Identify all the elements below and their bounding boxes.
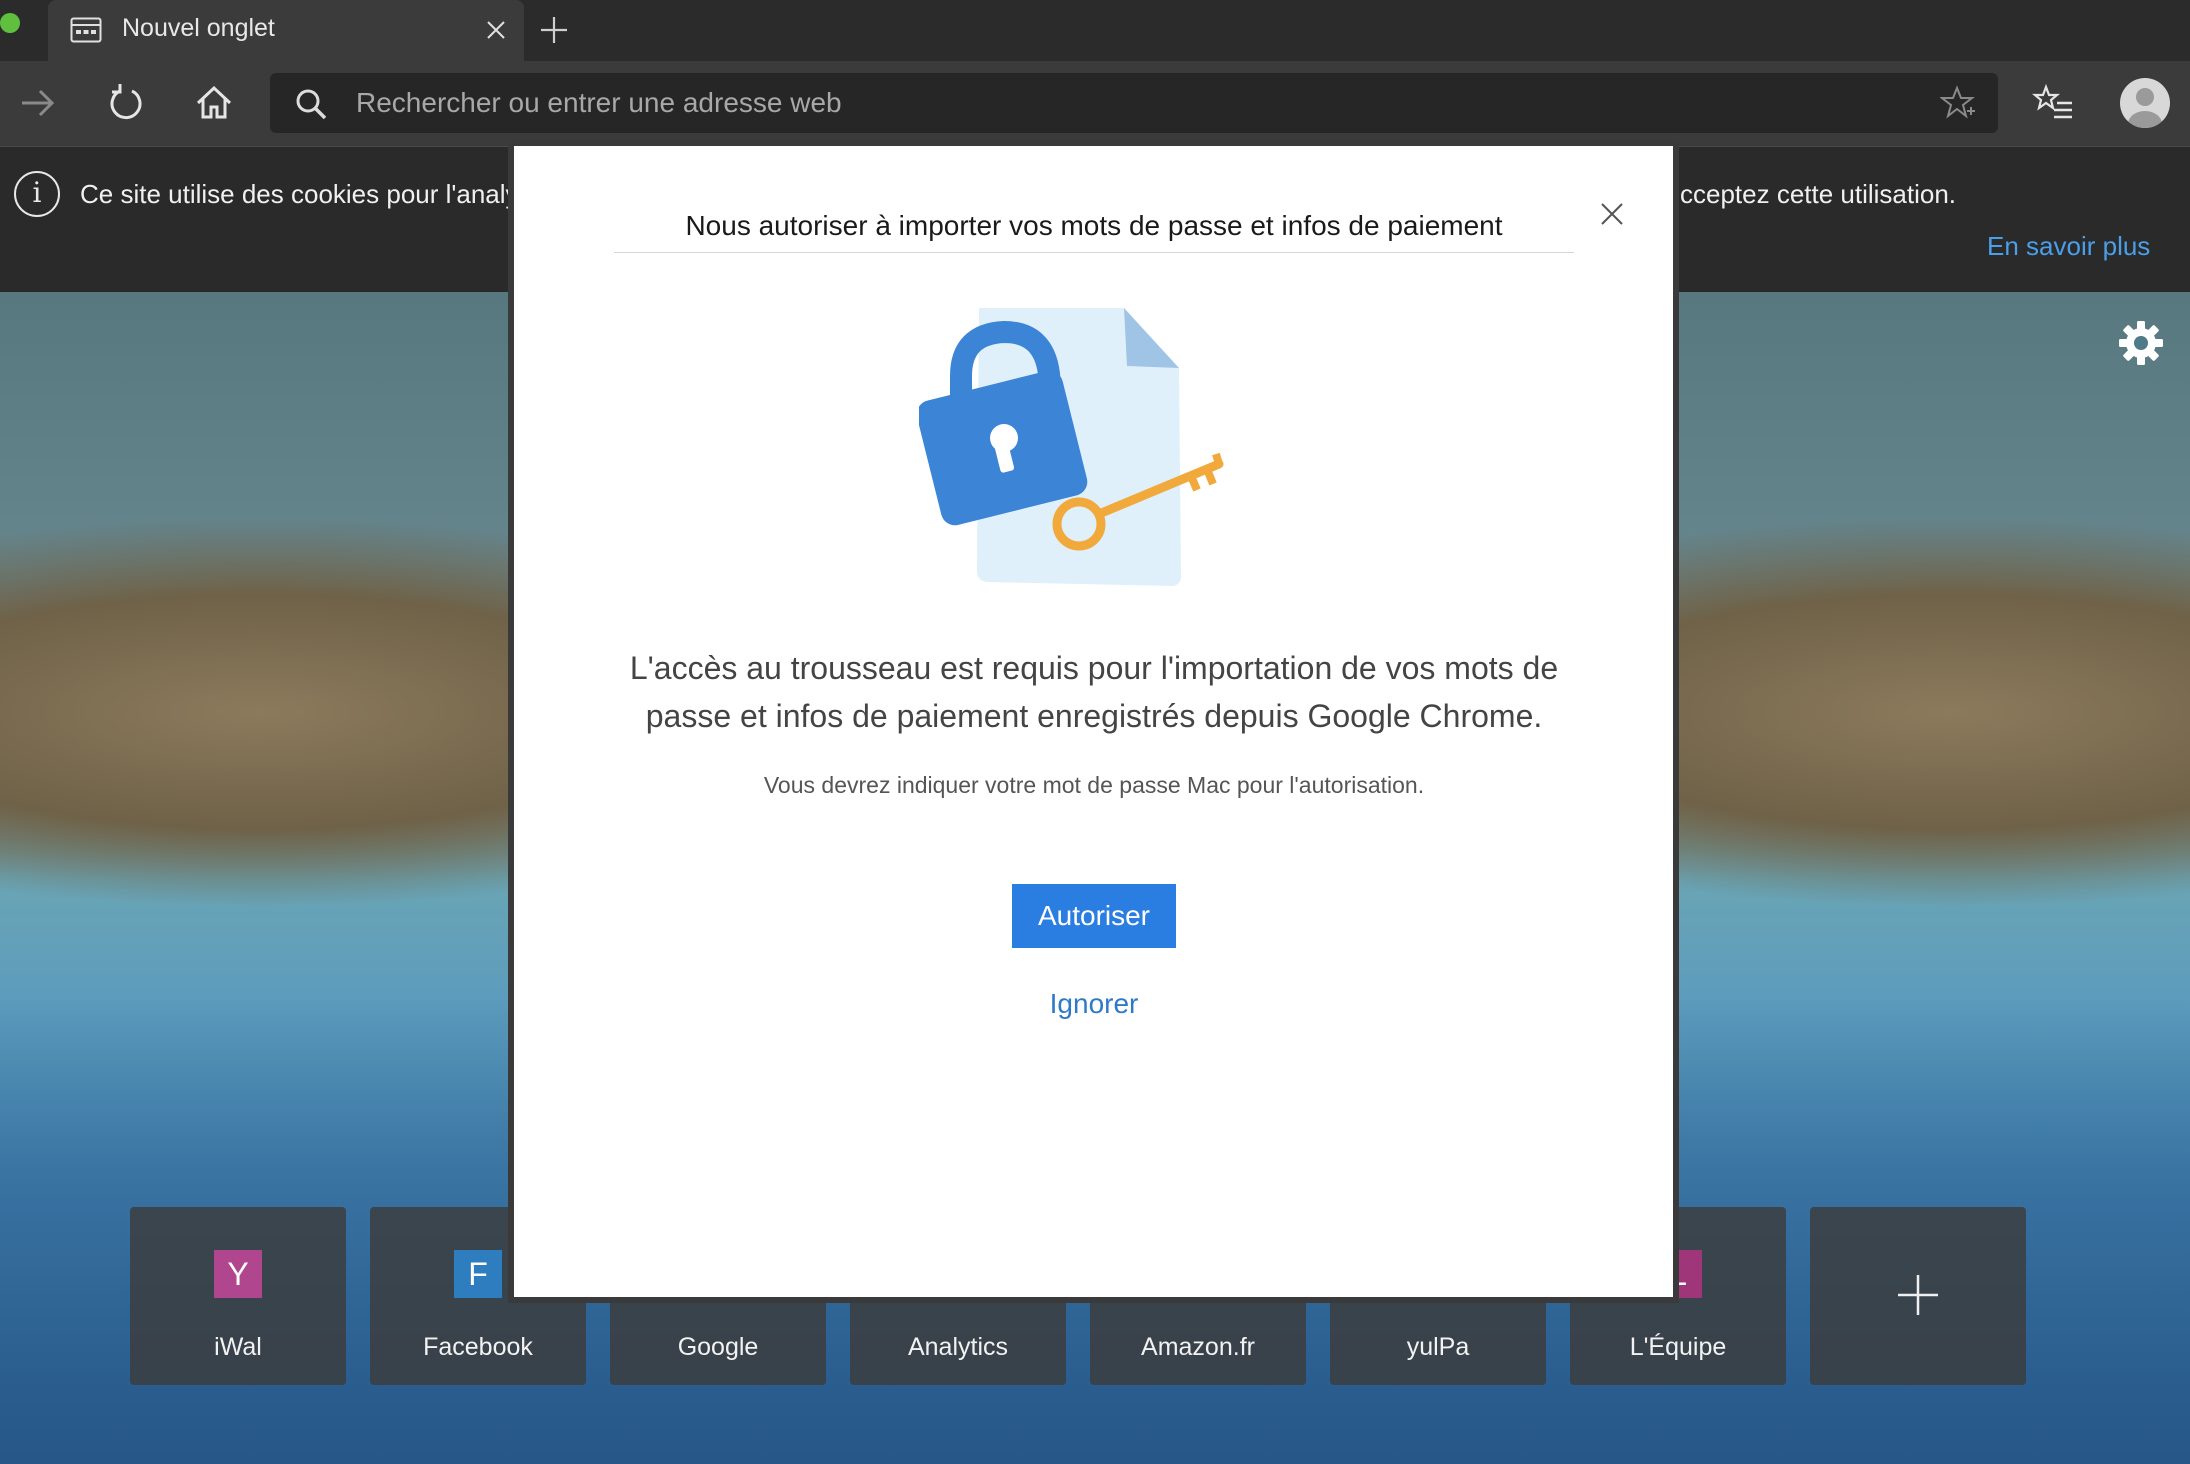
cookie-text-left: Ce site utilise des cookies pour l'analy bbox=[80, 179, 519, 209]
refresh-icon[interactable] bbox=[102, 79, 150, 127]
address-bar[interactable] bbox=[270, 73, 1998, 133]
new-tab-plus-icon[interactable] bbox=[538, 14, 570, 46]
learn-more-link[interactable]: En savoir plus bbox=[1987, 231, 2150, 262]
cookie-text-right: cceptez cette utilisation. bbox=[1680, 179, 1957, 209]
tab-strip: Nouvel onglet bbox=[0, 0, 2190, 61]
plus-icon bbox=[1898, 1275, 1938, 1315]
dialog-message: L'accès au trousseau est requis pour l'i… bbox=[629, 650, 1559, 734]
tile-label: iWal bbox=[214, 1333, 262, 1361]
favorites-list-icon[interactable] bbox=[2030, 79, 2078, 127]
user-icon bbox=[2128, 88, 2162, 128]
tile-badge: Y bbox=[214, 1250, 262, 1298]
tile-label: Google bbox=[677, 1333, 759, 1361]
allow-button[interactable]: Autoriser bbox=[1012, 884, 1176, 948]
window-maximize-button[interactable] bbox=[0, 13, 20, 33]
gear-icon[interactable] bbox=[2118, 320, 2164, 366]
address-input[interactable] bbox=[356, 85, 1856, 121]
search-icon bbox=[296, 89, 327, 120]
tile-label: Facebook bbox=[423, 1333, 533, 1361]
tab-title: Nouvel onglet bbox=[122, 14, 275, 42]
home-icon[interactable] bbox=[190, 79, 238, 127]
info-icon: i bbox=[14, 171, 60, 217]
dialog-note: Vous devrez indiquer votre mot de passe … bbox=[763, 772, 1425, 798]
tile-label: Amazon.fr bbox=[1141, 1333, 1255, 1361]
close-icon[interactable] bbox=[1596, 198, 1628, 230]
tile-badge: F bbox=[454, 1250, 502, 1298]
tab-new-tab[interactable]: Nouvel onglet bbox=[48, 0, 524, 61]
tile-iwal[interactable]: Y iWal bbox=[130, 1207, 346, 1385]
profile-avatar[interactable] bbox=[2120, 78, 2170, 128]
add-tile-button[interactable] bbox=[1810, 1207, 2026, 1385]
add-favorite-star-icon[interactable] bbox=[1940, 85, 1976, 121]
ignore-link[interactable]: Ignorer bbox=[994, 988, 1194, 1020]
browser-toolbar bbox=[0, 61, 2190, 147]
forward-arrow-icon[interactable] bbox=[14, 79, 62, 127]
lock-key-document-illustration bbox=[919, 308, 1224, 586]
close-tab-icon[interactable] bbox=[484, 18, 508, 42]
tile-label: L'Équipe bbox=[1629, 1333, 1727, 1361]
dialog-title: Nous autoriser à importer vos mots de pa… bbox=[614, 210, 1574, 253]
import-permission-dialog: Nous autoriser à importer vos mots de pa… bbox=[514, 146, 1673, 1297]
tile-label: yulPa bbox=[1406, 1333, 1470, 1361]
tile-label: Analytics bbox=[907, 1333, 1009, 1361]
new-tab-page-icon bbox=[70, 17, 102, 43]
